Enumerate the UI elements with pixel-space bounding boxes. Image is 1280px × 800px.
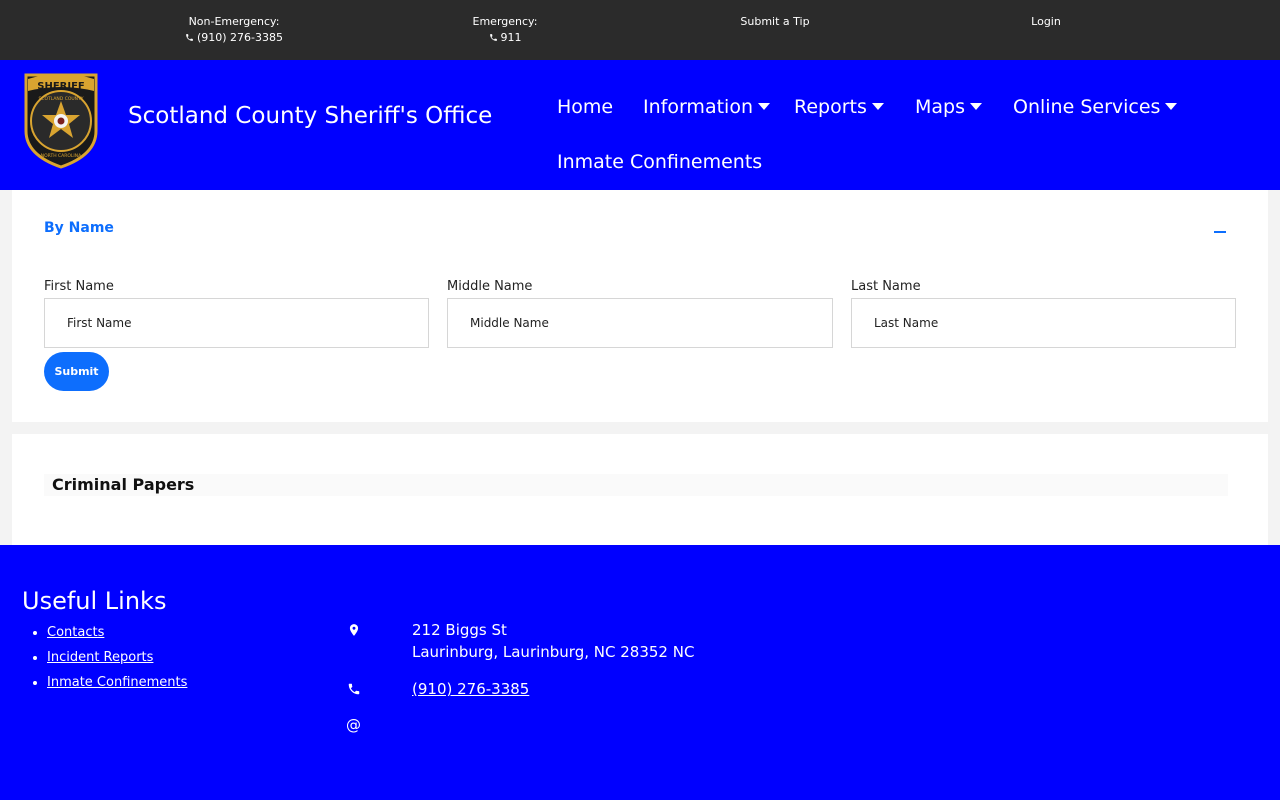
criminal-papers-card: Criminal Papers xyxy=(12,434,1268,545)
emergency-label: Emergency: xyxy=(472,15,538,28)
address-line-2: Laurinburg, Laurinburg, NC 28352 NC xyxy=(412,643,695,661)
nav-maps-label: Maps xyxy=(915,96,965,118)
svg-text:SHERIFF: SHERIFF xyxy=(37,81,85,92)
first-name-label: First Name xyxy=(44,279,114,294)
useful-links-title: Useful Links xyxy=(22,587,167,615)
emergency-phone: 911 xyxy=(500,31,522,44)
address-line-1: 212 Biggs St xyxy=(412,621,507,639)
caret-down-icon xyxy=(1165,103,1178,110)
inmate-confinements-link[interactable]: Inmate Confinements xyxy=(47,675,187,690)
caret-down-icon xyxy=(757,103,770,110)
submit-button[interactable]: Submit xyxy=(44,352,109,391)
emergency-contact[interactable]: Emergency: 911 xyxy=(405,14,605,46)
list-item: Incident Reports xyxy=(47,645,187,670)
site-footer: Useful Links Contacts Incident Reports I… xyxy=(0,545,1280,800)
contacts-link[interactable]: Contacts xyxy=(47,625,104,640)
nav-information-label: Information xyxy=(643,96,753,118)
phone-icon xyxy=(489,34,497,41)
minus-icon[interactable] xyxy=(1214,231,1226,233)
site-title[interactable]: Scotland County Sheriff's Office xyxy=(128,100,492,132)
nav-information[interactable]: Information xyxy=(643,94,770,120)
site-header: SHERIFF SCOTLAND COUNTY NORTH CAROLINA S… xyxy=(0,60,1280,190)
phone-icon xyxy=(347,681,361,695)
map-pin-icon xyxy=(347,622,361,636)
non-emergency-label: Non-Emergency: xyxy=(188,15,280,28)
footer-phone-link[interactable]: (910) 276-3385 xyxy=(412,678,529,700)
svg-text:SCOTLAND COUNTY: SCOTLAND COUNTY xyxy=(38,96,83,102)
section-title-by-name[interactable]: By Name xyxy=(44,220,114,236)
criminal-papers-header-bar xyxy=(44,474,1228,496)
phone-icon xyxy=(186,34,193,41)
nav-inmate-confinements[interactable]: Inmate Confinements xyxy=(557,149,762,175)
list-item: Contacts xyxy=(47,620,187,645)
nav-reports-label: Reports xyxy=(794,96,867,118)
sheriff-badge-logo[interactable]: SHERIFF SCOTLAND COUNTY NORTH CAROLINA xyxy=(22,71,100,169)
nav-home-label: Home xyxy=(557,96,614,118)
nav-reports[interactable]: Reports xyxy=(794,94,884,120)
nav-inmate-confinements-label: Inmate Confinements xyxy=(557,151,763,173)
footer-address: 212 Biggs St Laurinburg, Laurinburg, NC … xyxy=(412,619,694,663)
submit-tip-link[interactable]: Submit a Tip xyxy=(740,15,809,28)
useful-links-list: Contacts Incident Reports Inmate Confine… xyxy=(47,620,187,695)
top-contact-bar: Non-Emergency: (910) 276-3385 Emergency:… xyxy=(0,0,1280,60)
last-name-input[interactable] xyxy=(851,298,1236,348)
nav-maps[interactable]: Maps xyxy=(915,94,982,120)
middle-name-label: Middle Name xyxy=(447,279,533,294)
non-emergency-phone: (910) 276-3385 xyxy=(196,31,284,44)
caret-down-icon xyxy=(970,103,982,110)
non-emergency-contact[interactable]: Non-Emergency: (910) 276-3385 xyxy=(134,14,334,46)
list-item: Inmate Confinements xyxy=(47,670,187,695)
svg-text:NORTH CAROLINA: NORTH CAROLINA xyxy=(41,153,82,159)
email-icon: @ xyxy=(346,716,361,734)
caret-down-icon xyxy=(871,103,884,110)
nav-home[interactable]: Home xyxy=(557,94,613,120)
search-by-name-card: By Name First Name Middle Name Last Name… xyxy=(12,190,1268,422)
nav-online-services-label: Online Services xyxy=(1013,96,1161,118)
nav-online-services[interactable]: Online Services xyxy=(1013,94,1178,120)
login-link[interactable]: Login xyxy=(1031,15,1061,28)
last-name-label: Last Name xyxy=(851,279,921,294)
middle-name-input[interactable] xyxy=(447,298,833,348)
incident-reports-link[interactable]: Incident Reports xyxy=(47,650,153,665)
first-name-input[interactable] xyxy=(44,298,429,348)
criminal-papers-title[interactable]: Criminal Papers xyxy=(52,474,194,496)
